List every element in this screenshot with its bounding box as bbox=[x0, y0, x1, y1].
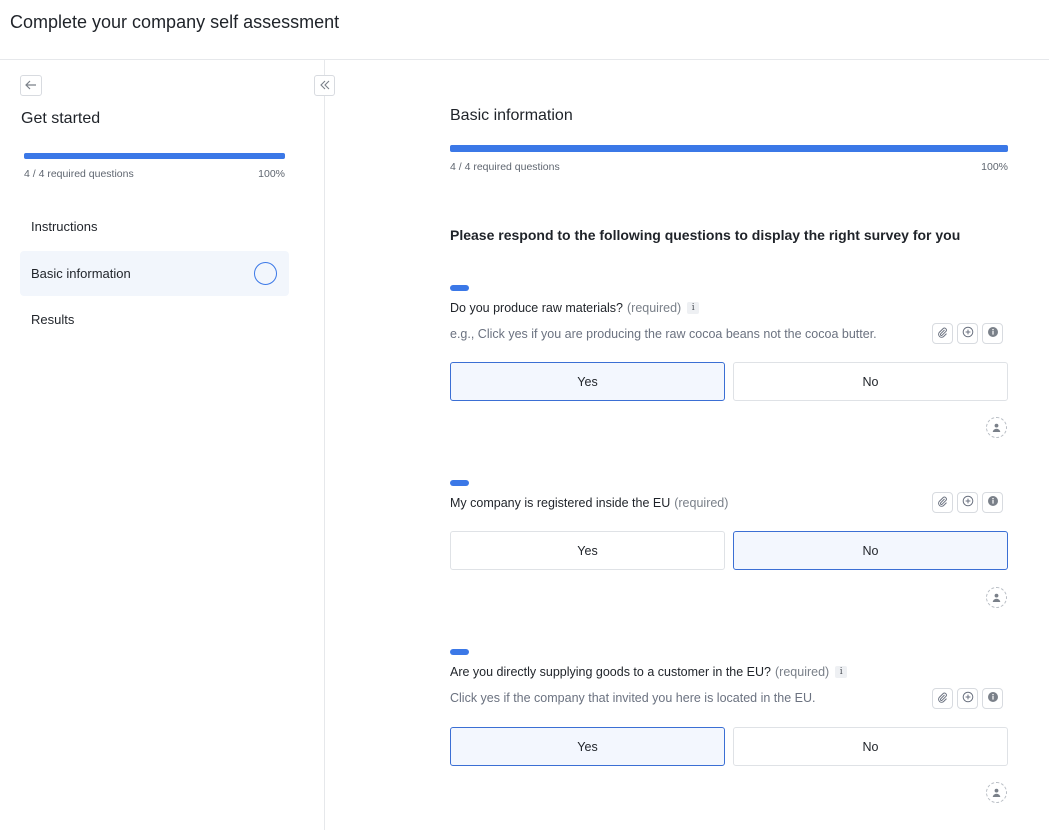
question-label: Are you directly supplying goods to a cu… bbox=[450, 665, 848, 679]
sidebar: Get started 4 / 4 required questions 100… bbox=[0, 60, 335, 830]
assign-user-button[interactable] bbox=[986, 782, 1007, 803]
question-tools bbox=[932, 492, 1003, 513]
sidebar-progress-count: 4 / 4 required questions bbox=[24, 168, 134, 180]
required-marker: (required) bbox=[627, 301, 682, 315]
attach-file-button[interactable] bbox=[932, 323, 953, 344]
sidebar-item-basic-information[interactable]: Basic information bbox=[20, 251, 289, 296]
section-progress-percent: 100% bbox=[981, 161, 1008, 173]
assign-user-button[interactable] bbox=[986, 587, 1007, 608]
assign-user-icon bbox=[992, 784, 1001, 802]
answer-yes-label: Yes bbox=[577, 543, 598, 558]
question-hint: e.g., Click yes if you are producing the… bbox=[450, 327, 877, 341]
sidebar-progress-percent: 100% bbox=[258, 168, 285, 180]
question-tools bbox=[932, 323, 1003, 344]
paperclip-icon bbox=[937, 494, 948, 512]
info-circle-icon bbox=[987, 494, 999, 512]
add-comment-button[interactable] bbox=[957, 323, 978, 344]
sidebar-title: Get started bbox=[21, 110, 101, 127]
survey-intro: Please respond to the following question… bbox=[450, 227, 961, 243]
sidebar-progress-label: 4 / 4 required questions 100% bbox=[24, 168, 285, 180]
info-icon[interactable]: i bbox=[687, 302, 700, 314]
question-text: Are you directly supplying goods to a cu… bbox=[450, 665, 772, 679]
question-tools bbox=[932, 688, 1003, 709]
answer-yes-button[interactable]: Yes bbox=[450, 727, 725, 766]
sidebar-item-label: Instructions bbox=[31, 219, 98, 234]
back-button[interactable] bbox=[20, 75, 42, 96]
assign-user-icon bbox=[992, 419, 1001, 437]
sidebar-progress-fill bbox=[24, 153, 285, 159]
info-icon[interactable]: i bbox=[835, 666, 848, 678]
info-circle-icon bbox=[987, 690, 999, 708]
main-content: Basic information 4 / 4 required questio… bbox=[326, 60, 1049, 830]
sidebar-progress-bar bbox=[24, 153, 285, 159]
add-comment-button[interactable] bbox=[957, 492, 978, 513]
question-hint: Click yes if the company that invited yo… bbox=[450, 691, 816, 705]
paperclip-icon bbox=[937, 690, 948, 708]
required-marker: (required) bbox=[674, 496, 729, 510]
section-progress-label: 4 / 4 required questions 100% bbox=[450, 161, 1008, 173]
attach-file-button[interactable] bbox=[932, 688, 953, 709]
info-circle-icon bbox=[987, 325, 999, 343]
collapse-sidebar-button[interactable] bbox=[314, 75, 335, 96]
question-label: Do you produce raw materials? (required)… bbox=[450, 301, 700, 315]
question-info-button[interactable] bbox=[982, 323, 1003, 344]
sidebar-item-label: Basic information bbox=[31, 266, 131, 281]
required-marker: (required) bbox=[775, 665, 830, 679]
answer-no-label: No bbox=[862, 374, 879, 389]
sidebar-item-results[interactable]: Results bbox=[20, 297, 289, 342]
attach-file-button[interactable] bbox=[932, 492, 953, 513]
top-bar: Complete your company self assessment bbox=[0, 0, 1049, 60]
progress-circle-icon bbox=[254, 262, 277, 285]
assign-user-icon bbox=[992, 589, 1001, 607]
comment-plus-icon bbox=[962, 325, 974, 343]
arrow-left-icon bbox=[25, 77, 37, 95]
question-info-button[interactable] bbox=[982, 492, 1003, 513]
answer-no-label: No bbox=[862, 739, 879, 754]
paperclip-icon bbox=[937, 325, 948, 343]
answer-yes-label: Yes bbox=[577, 739, 598, 754]
comment-plus-icon bbox=[962, 690, 974, 708]
chevrons-left-icon bbox=[319, 77, 330, 95]
assign-user-button[interactable] bbox=[986, 417, 1007, 438]
answer-yes-label: Yes bbox=[577, 374, 598, 389]
answer-yes-button[interactable]: Yes bbox=[450, 362, 725, 401]
question-text: My company is registered inside the EU bbox=[450, 496, 671, 510]
question-tag bbox=[450, 649, 469, 655]
page-title: Complete your company self assessment bbox=[10, 12, 340, 32]
question-tag bbox=[450, 480, 469, 486]
section-progress-bar bbox=[450, 145, 1008, 152]
answer-no-button[interactable]: No bbox=[733, 531, 1008, 570]
answer-no-button[interactable]: No bbox=[733, 362, 1008, 401]
section-progress-count: 4 / 4 required questions bbox=[450, 161, 560, 173]
question-tag bbox=[450, 285, 469, 291]
comment-plus-icon bbox=[962, 494, 974, 512]
answer-yes-button[interactable]: Yes bbox=[450, 531, 725, 570]
add-comment-button[interactable] bbox=[957, 688, 978, 709]
sidebar-item-instructions[interactable]: Instructions bbox=[20, 204, 289, 249]
answer-no-label: No bbox=[862, 543, 879, 558]
sidebar-item-label: Results bbox=[31, 312, 75, 327]
question-text: Do you produce raw materials? bbox=[450, 301, 623, 315]
answer-no-button[interactable]: No bbox=[733, 727, 1008, 766]
section-progress-fill bbox=[450, 145, 1008, 152]
question-label: My company is registered inside the EU (… bbox=[450, 496, 728, 510]
section-title: Basic information bbox=[450, 107, 573, 124]
question-info-button[interactable] bbox=[982, 688, 1003, 709]
